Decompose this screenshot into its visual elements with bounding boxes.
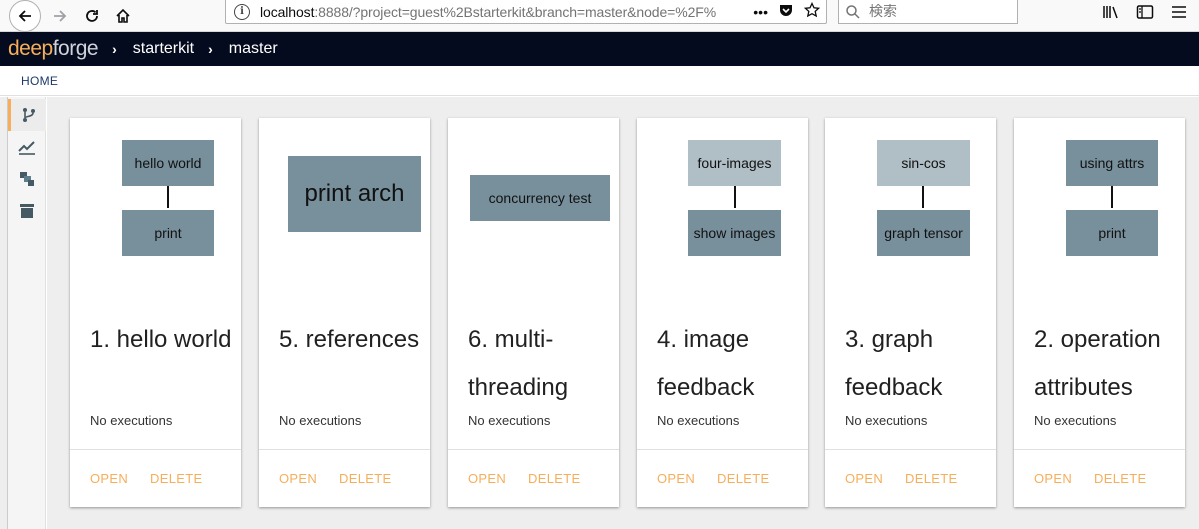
divider — [825, 449, 996, 450]
menu-icon[interactable] — [1169, 2, 1189, 22]
pipeline-preview[interactable]: sin-cos graph tensor — [825, 118, 996, 288]
page-actions-menu[interactable]: ••• — [753, 4, 768, 20]
pipeline-preview[interactable]: using attrs print — [1014, 118, 1185, 288]
operation-node: print — [1066, 210, 1158, 256]
operation-node: four-images — [688, 140, 781, 186]
connection-edge — [734, 186, 736, 208]
connection-edge — [167, 186, 169, 208]
resources-button[interactable] — [8, 195, 46, 227]
open-button[interactable]: OPEN — [279, 471, 317, 486]
execution-status: No executions — [279, 413, 362, 428]
executions-button[interactable] — [8, 131, 46, 163]
home-bar: HOME — [0, 66, 1199, 96]
divider — [70, 449, 241, 450]
library-icon[interactable] — [1101, 2, 1121, 22]
pipeline-card[interactable]: sin-cos graph tensor 3. graph feedback N… — [825, 118, 996, 507]
home-icon — [116, 8, 130, 23]
execution-status: No executions — [1034, 413, 1117, 428]
layers-icon — [20, 172, 34, 186]
execution-status: No executions — [657, 413, 740, 428]
arrow-right-icon — [54, 10, 67, 22]
site-info-icon[interactable]: i — [234, 3, 250, 20]
pipeline-title: 4. image feedback — [657, 326, 755, 401]
delete-button[interactable]: DELETE — [905, 471, 957, 486]
breadcrumb-branch[interactable]: master — [229, 40, 278, 58]
search-icon — [846, 4, 860, 19]
open-button[interactable]: OPEN — [1034, 471, 1072, 486]
operation-node: show images — [688, 210, 781, 256]
divider — [448, 449, 619, 450]
chevron-right-icon: › — [112, 41, 117, 57]
line-chart-icon — [18, 141, 35, 155]
open-button[interactable]: OPEN — [657, 471, 695, 486]
operation-node: print arch — [288, 156, 421, 232]
divider — [259, 449, 430, 450]
operation-node: concurrency test — [470, 175, 610, 221]
connection-edge — [1111, 186, 1113, 208]
delete-button[interactable]: DELETE — [717, 471, 769, 486]
pipeline-card[interactable]: four-images show images 4. image feedbac… — [637, 118, 808, 507]
execution-status: No executions — [845, 413, 928, 428]
sidebar-toggle-icon[interactable] — [1135, 2, 1155, 22]
archive-icon — [20, 204, 34, 218]
pipeline-preview[interactable]: print arch — [259, 118, 430, 288]
breadcrumb-project[interactable]: starterkit — [133, 40, 194, 58]
chevron-right-icon: › — [208, 41, 213, 57]
pipeline-card[interactable]: using attrs print 2. operation attribute… — [1014, 118, 1185, 507]
open-button[interactable]: OPEN — [90, 471, 128, 486]
divider — [637, 449, 808, 450]
back-button[interactable] — [9, 0, 41, 32]
arrow-left-icon — [18, 10, 31, 22]
reload-button[interactable] — [78, 2, 106, 30]
delete-button[interactable]: DELETE — [528, 471, 580, 486]
search-input[interactable] — [869, 3, 1009, 20]
branch-icon — [22, 108, 35, 122]
delete-button[interactable]: DELETE — [1094, 471, 1146, 486]
pipeline-title: 1. hello world — [90, 326, 232, 353]
connection-edge — [922, 186, 924, 208]
pipeline-preview[interactable]: hello world print — [70, 118, 241, 288]
open-button[interactable]: OPEN — [468, 471, 506, 486]
home-link[interactable]: HOME — [21, 74, 58, 88]
open-button[interactable]: OPEN — [845, 471, 883, 486]
pipeline-title: 3. graph feedback — [845, 326, 943, 401]
delete-button[interactable]: DELETE — [339, 471, 391, 486]
deepforge-logo[interactable]: deepforge — [8, 37, 99, 61]
operation-node: sin-cos — [877, 140, 970, 186]
pipeline-title: 5. references — [279, 326, 420, 353]
bookmark-star-icon[interactable] — [803, 1, 821, 21]
forward-button[interactable] — [46, 2, 74, 30]
pipeline-title: 2. operation attributes — [1034, 326, 1161, 401]
pocket-icon[interactable] — [778, 2, 794, 21]
divider — [1014, 449, 1185, 450]
left-panel-edge — [0, 97, 8, 529]
operation-node: hello world — [122, 140, 214, 186]
delete-button[interactable]: DELETE — [150, 471, 202, 486]
reload-icon — [86, 10, 98, 22]
execution-status: No executions — [90, 413, 173, 428]
pipeline-preview[interactable]: concurrency test — [448, 118, 619, 288]
url-text[interactable]: localhost:8888/?project=guest%2Bstarterk… — [260, 4, 750, 20]
pipeline-title: 6. multi-threading — [468, 326, 569, 401]
browser-toolbar: i localhost:8888/?project=guest%2Bstarte… — [0, 0, 1199, 32]
pipeline-preview[interactable]: four-images show images — [637, 118, 808, 288]
pipelines-button[interactable] — [8, 99, 46, 131]
pipeline-card[interactable]: concurrency test 6. multi-threading No e… — [448, 118, 619, 507]
search-bar[interactable] — [838, 0, 1018, 24]
pipeline-card[interactable]: hello world print 1. hello world No exec… — [70, 118, 241, 507]
execution-status: No executions — [468, 413, 551, 428]
operation-node: using attrs — [1066, 140, 1158, 186]
operation-node: print — [122, 210, 214, 256]
app-header: deepforge › starterkit › master — [0, 32, 1199, 66]
operation-node: graph tensor — [877, 210, 970, 256]
pipeline-grid: hello world print 1. hello world No exec… — [47, 97, 1199, 529]
home-button[interactable] — [109, 2, 137, 30]
pipeline-card[interactable]: print arch 5. references No executions O… — [259, 118, 430, 507]
address-bar[interactable]: i localhost:8888/?project=guest%2Bstarte… — [225, 0, 827, 24]
operations-button[interactable] — [8, 163, 46, 195]
